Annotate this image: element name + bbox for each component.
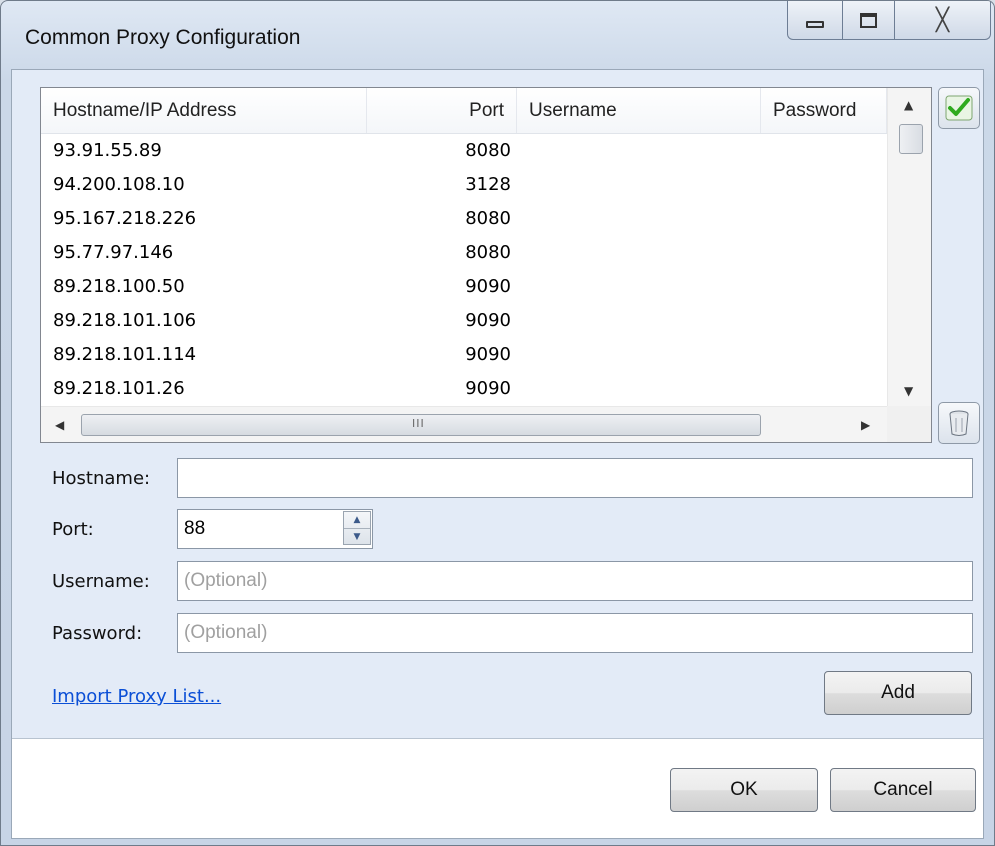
horizontal-scroll-thumb[interactable]: III [81,414,761,436]
cell-port: 9090 [465,276,511,297]
column-header-hostname[interactable]: Hostname/IP Address [41,88,367,133]
scroll-up-icon[interactable]: ▲ [904,98,913,112]
cell-port: 9090 [465,344,511,365]
apply-button[interactable] [938,87,980,129]
column-header-username[interactable]: Username [517,88,761,133]
ok-button[interactable]: OK [670,768,818,812]
cell-hostname: 93.91.55.89 [53,140,162,161]
port-stepper[interactable]: ▲ ▼ [343,511,371,545]
decrement-icon[interactable]: ▼ [344,528,370,545]
cell-port: 8080 [465,242,511,263]
maximize-icon [860,12,877,28]
minimize-icon [806,20,824,28]
cell-port: 8080 [465,140,511,161]
maximize-button[interactable] [843,1,895,40]
cell-hostname: 95.77.97.146 [53,242,174,263]
cell-port: 9090 [465,310,511,331]
scroll-left-icon[interactable]: ◀ [55,418,64,432]
delete-button[interactable] [938,402,980,444]
password-label: Password: [52,623,143,644]
column-header-password[interactable]: Password [761,88,887,133]
cell-port: 9090 [465,378,511,399]
scroll-corner [887,406,931,442]
table-row[interactable]: 89.218.101.106 9090 [41,304,887,338]
username-label: Username: [52,571,150,592]
cell-port: 3128 [465,174,511,195]
scroll-grip: III [412,417,425,430]
close-icon: ╳ [935,7,950,33]
title-bar[interactable]: Common Proxy Configuration ╳ [1,1,994,71]
hostname-label: Hostname: [52,468,151,489]
password-input[interactable] [177,613,973,653]
window-title: Common Proxy Configuration [25,26,301,49]
table-row[interactable]: 95.167.218.226 8080 [41,202,887,236]
import-proxy-list-link[interactable]: Import Proxy List... [52,686,221,707]
cell-hostname: 95.167.218.226 [53,208,197,229]
cell-hostname: 89.218.101.106 [53,310,197,331]
cancel-button[interactable]: Cancel [830,768,976,812]
cell-hostname: 89.218.101.26 [53,378,185,399]
table-row[interactable]: 89.218.101.26 9090 [41,372,887,406]
port-label: Port: [52,519,94,540]
cell-hostname: 94.200.108.10 [53,174,185,195]
table-row[interactable]: 93.91.55.89 8080 [41,134,887,168]
cell-port: 8080 [465,208,511,229]
vertical-scrollbar[interactable]: ▲ ▼ [887,88,931,406]
username-input[interactable] [177,561,973,601]
hostname-input[interactable] [177,458,973,498]
add-button[interactable]: Add [824,671,972,715]
cell-hostname: 89.218.100.50 [53,276,185,297]
scroll-down-icon[interactable]: ▼ [904,384,913,398]
proxy-rows: 93.91.55.89 8080 94.200.108.10 3128 95.1… [41,134,887,406]
window-controls: ╳ [787,1,991,41]
list-header: Hostname/IP Address Port Username Passwo… [41,88,887,134]
proxy-config-window: Common Proxy Configuration ╳ Hostname/IP… [0,0,995,846]
check-icon [945,95,973,121]
close-button[interactable]: ╳ [895,1,991,40]
table-row[interactable]: 89.218.100.50 9090 [41,270,887,304]
minimize-button[interactable] [787,1,843,40]
column-header-port[interactable]: Port [367,88,517,133]
table-row[interactable]: 95.77.97.146 8080 [41,236,887,270]
table-row[interactable]: 94.200.108.10 3128 [41,168,887,202]
proxy-list[interactable]: Hostname/IP Address Port Username Passwo… [40,87,932,443]
vertical-scroll-thumb[interactable] [899,124,923,154]
horizontal-scrollbar[interactable]: ◀ III ▶ [41,406,887,442]
increment-icon[interactable]: ▲ [344,512,370,528]
dialog-content: Hostname/IP Address Port Username Passwo… [11,69,984,839]
scroll-right-icon[interactable]: ▶ [861,418,870,432]
proxy-editor-panel: Hostname/IP Address Port Username Passwo… [12,70,983,739]
table-row[interactable]: 89.218.101.114 9090 [41,338,887,372]
cell-hostname: 89.218.101.114 [53,344,197,365]
trash-icon [949,410,969,436]
